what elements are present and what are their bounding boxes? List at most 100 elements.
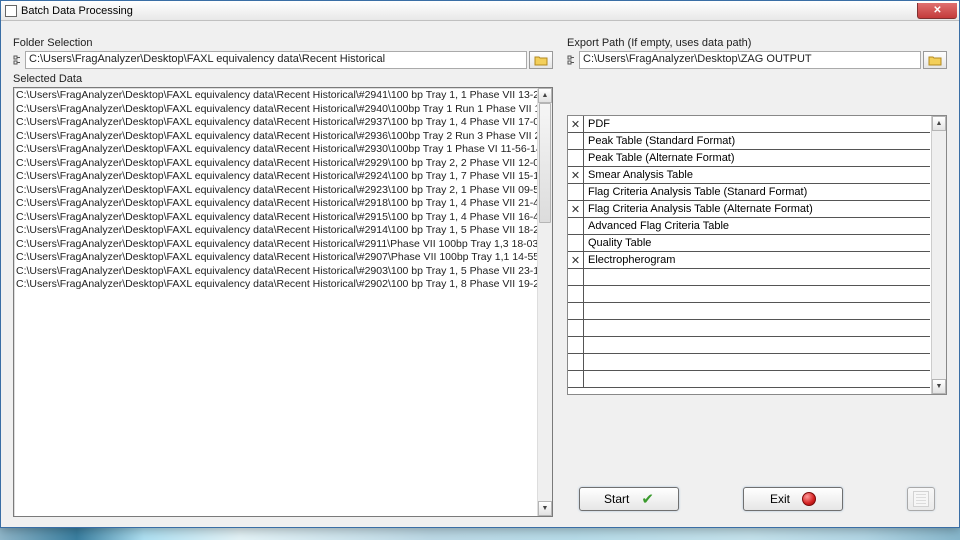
option-checkbox[interactable]: ✕	[568, 116, 584, 132]
option-row	[568, 286, 930, 303]
list-item[interactable]: C:\Users\FragAnalyzer\Desktop\FAXL equiv…	[16, 197, 552, 211]
document-icon	[913, 491, 929, 507]
scroll-down-button[interactable]: ▼	[538, 501, 552, 516]
option-row: Peak Table (Alternate Format)	[568, 150, 930, 167]
option-label[interactable]	[584, 354, 930, 370]
list-item[interactable]: C:\Users\FragAnalyzer\Desktop\FAXL equiv…	[16, 130, 552, 144]
option-row	[568, 371, 930, 388]
option-checkbox[interactable]	[568, 235, 584, 251]
power-icon	[802, 492, 816, 506]
option-checkbox[interactable]	[568, 184, 584, 200]
list-item[interactable]: C:\Users\FragAnalyzer\Desktop\FAXL equiv…	[16, 224, 552, 238]
app-window: Batch Data Processing ✕ Folder Selection…	[0, 0, 960, 528]
option-checkbox[interactable]: ✕	[568, 252, 584, 268]
window-title: Batch Data Processing	[21, 5, 133, 17]
list-item[interactable]: C:\Users\FragAnalyzer\Desktop\FAXL equiv…	[16, 143, 552, 157]
option-label[interactable]	[584, 320, 930, 336]
option-label[interactable]: Peak Table (Standard Format)	[584, 133, 930, 149]
export-options-table: ✕PDFPeak Table (Standard Format)Peak Tab…	[567, 115, 947, 395]
export-path-field[interactable]: C:\Users\FragAnalyzer\Desktop\ZAG OUTPUT	[579, 51, 921, 69]
option-label[interactable]: Quality Table	[584, 235, 930, 251]
option-label[interactable]	[584, 286, 930, 302]
exit-button[interactable]: Exit	[743, 487, 843, 511]
option-label[interactable]: Advanced Flag Criteria Table	[584, 218, 930, 234]
folder-selection-label: Folder Selection	[13, 37, 553, 49]
list-item[interactable]: C:\Users\FragAnalyzer\Desktop\FAXL equiv…	[16, 103, 552, 117]
option-checkbox[interactable]	[568, 286, 584, 302]
list-item[interactable]: C:\Users\FragAnalyzer\Desktop\FAXL equiv…	[16, 265, 552, 279]
list-item[interactable]: C:\Users\FragAnalyzer\Desktop\FAXL equiv…	[16, 184, 552, 198]
option-row: ✕Smear Analysis Table	[568, 167, 930, 184]
option-label[interactable]: Peak Table (Alternate Format)	[584, 150, 930, 166]
close-button[interactable]: ✕	[917, 3, 957, 19]
document-button[interactable]	[907, 487, 935, 511]
option-checkbox[interactable]	[568, 133, 584, 149]
option-checkbox[interactable]	[568, 218, 584, 234]
scroll-up-button[interactable]: ▲	[538, 88, 552, 103]
option-checkbox[interactable]	[568, 320, 584, 336]
titlebar: Batch Data Processing ✕	[1, 1, 959, 21]
option-row: Quality Table	[568, 235, 930, 252]
selected-data-list[interactable]: C:\Users\FragAnalyzer\Desktop\FAXL equiv…	[13, 87, 553, 517]
option-row	[568, 320, 930, 337]
list-scrollbar[interactable]: ▲ ▼	[537, 88, 552, 516]
list-item[interactable]: C:\Users\FragAnalyzer\Desktop\FAXL equiv…	[16, 157, 552, 171]
option-label[interactable]	[584, 337, 930, 353]
scroll-track[interactable]	[538, 103, 552, 501]
option-checkbox[interactable]	[568, 371, 584, 387]
option-label[interactable]	[584, 303, 930, 319]
tree-icon	[13, 55, 23, 65]
folder-icon	[928, 55, 942, 66]
option-label[interactable]	[584, 269, 930, 285]
option-label[interactable]: Smear Analysis Table	[584, 167, 930, 183]
option-row	[568, 337, 930, 354]
start-button[interactable]: Start ✔	[579, 487, 679, 511]
scroll-up-button[interactable]: ▲	[932, 116, 946, 131]
list-item[interactable]: C:\Users\FragAnalyzer\Desktop\FAXL equiv…	[16, 278, 552, 292]
folder-path-row: C:\Users\FragAnalyzer\Desktop\FAXL equiv…	[13, 51, 553, 69]
list-item[interactable]: C:\Users\FragAnalyzer\Desktop\FAXL equiv…	[16, 170, 552, 184]
option-checkbox[interactable]: ✕	[568, 201, 584, 217]
list-item[interactable]: C:\Users\FragAnalyzer\Desktop\FAXL equiv…	[16, 251, 552, 265]
option-checkbox[interactable]	[568, 354, 584, 370]
left-pane: Folder Selection C:\Users\FragAnalyzer\D…	[13, 37, 553, 517]
folder-path-field[interactable]: C:\Users\FragAnalyzer\Desktop\FAXL equiv…	[25, 51, 527, 69]
option-row	[568, 269, 930, 286]
close-icon: ✕	[933, 5, 941, 16]
list-item[interactable]: C:\Users\FragAnalyzer\Desktop\FAXL equiv…	[16, 211, 552, 225]
tree-icon	[567, 55, 577, 65]
app-icon	[5, 5, 17, 17]
option-checkbox[interactable]	[568, 303, 584, 319]
selected-data-rows: C:\Users\FragAnalyzer\Desktop\FAXL equiv…	[14, 88, 552, 516]
start-button-label: Start	[604, 492, 629, 506]
option-row: Flag Criteria Analysis Table (Stanard Fo…	[568, 184, 930, 201]
list-item[interactable]: C:\Users\FragAnalyzer\Desktop\FAXL equiv…	[16, 238, 552, 252]
scroll-thumb[interactable]	[539, 103, 551, 223]
option-row	[568, 303, 930, 320]
scroll-down-button[interactable]: ▼	[932, 379, 946, 394]
list-item[interactable]: C:\Users\FragAnalyzer\Desktop\FAXL equiv…	[16, 116, 552, 130]
content-area: Folder Selection C:\Users\FragAnalyzer\D…	[1, 21, 959, 527]
option-checkbox[interactable]: ✕	[568, 167, 584, 183]
option-label[interactable]: Electropherogram	[584, 252, 930, 268]
selected-data-label: Selected Data	[13, 73, 553, 85]
button-row: Start ✔ Exit	[567, 477, 947, 517]
option-label[interactable]	[584, 371, 930, 387]
list-item[interactable]: C:\Users\FragAnalyzer\Desktop\FAXL equiv…	[16, 89, 552, 103]
browse-folder-button[interactable]	[529, 51, 553, 69]
export-path-label: Export Path (If empty, uses data path)	[567, 37, 947, 49]
option-checkbox[interactable]	[568, 150, 584, 166]
check-icon: ✔	[641, 490, 654, 508]
option-checkbox[interactable]	[568, 269, 584, 285]
scroll-track[interactable]	[932, 131, 946, 379]
browse-export-button[interactable]	[923, 51, 947, 69]
option-label[interactable]: PDF	[584, 116, 930, 132]
option-checkbox[interactable]	[568, 337, 584, 353]
option-row: ✕PDF	[568, 116, 930, 133]
option-row: ✕Electropherogram	[568, 252, 930, 269]
options-scrollbar[interactable]: ▲ ▼	[931, 116, 946, 394]
option-row	[568, 354, 930, 371]
right-pane: Export Path (If empty, uses data path) C…	[567, 37, 947, 517]
option-label[interactable]: Flag Criteria Analysis Table (Alternate …	[584, 201, 930, 217]
option-label[interactable]: Flag Criteria Analysis Table (Stanard Fo…	[584, 184, 930, 200]
